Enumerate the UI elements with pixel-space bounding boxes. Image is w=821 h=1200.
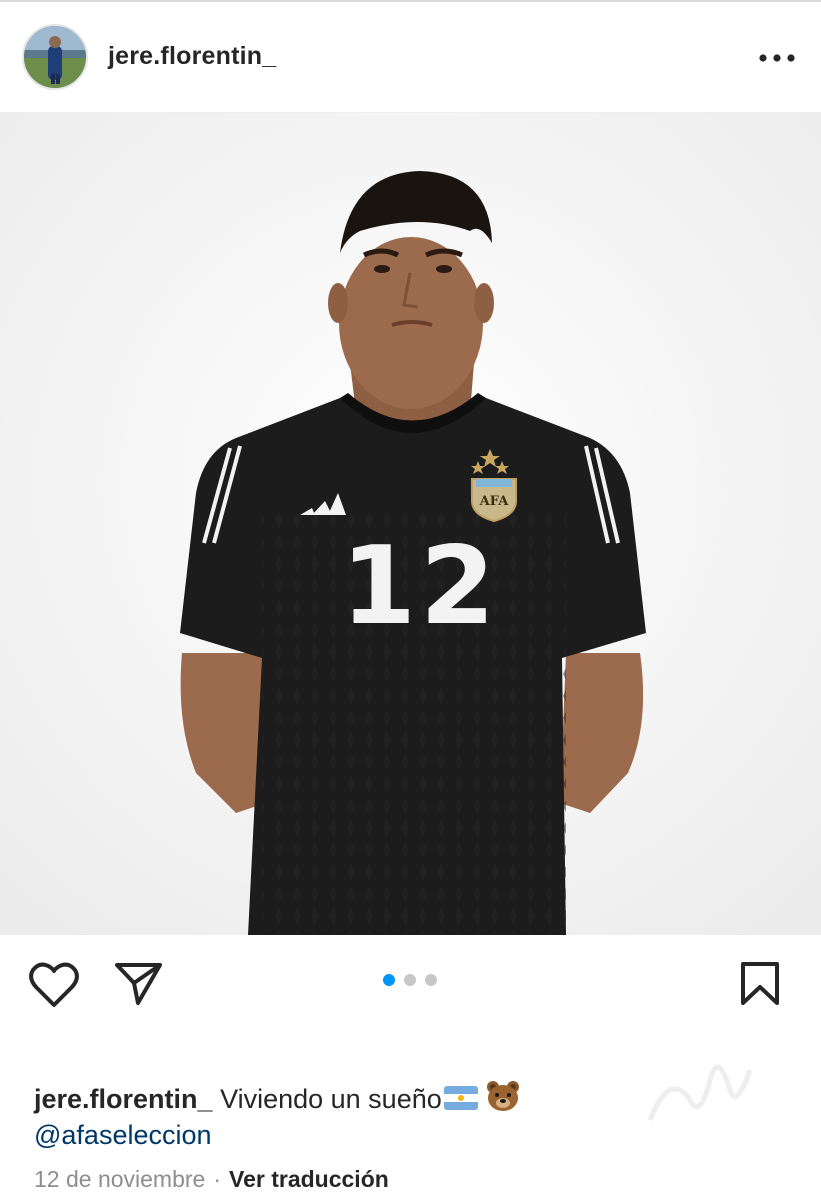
mention-link[interactable]: @afaseleccion [34, 1120, 212, 1151]
header-username[interactable]: jere.florentin_ [108, 42, 276, 71]
svg-text:AFA: AFA [479, 494, 510, 509]
avatar-image [24, 26, 86, 88]
more-options-button[interactable] [752, 40, 802, 76]
post-date: 12 de noviembre [34, 1166, 206, 1192]
caption-username[interactable]: jere.florentin_ [34, 1084, 213, 1114]
send-icon [115, 963, 162, 1005]
post-meta: 12 de noviembre · Ver traducción [34, 1166, 389, 1193]
meta-separator: · [213, 1166, 222, 1192]
like-button[interactable] [28, 961, 80, 1014]
translate-link[interactable]: Ver traducción [229, 1166, 389, 1192]
post-photo[interactable]: AFA 12 [0, 113, 821, 935]
heart-icon [29, 962, 79, 1007]
carousel-dot-1[interactable] [383, 974, 395, 986]
argentina-flag-icon [443, 1084, 478, 1118]
save-button[interactable] [738, 961, 782, 1012]
profile-avatar[interactable] [22, 24, 88, 90]
bookmark-icon [741, 962, 779, 1005]
caption-text: Viviendo un sueño [220, 1084, 442, 1114]
carousel-dot-3[interactable] [425, 974, 437, 986]
post-header: jere.florentin_ [0, 2, 821, 113]
carousel-dot-2[interactable] [404, 974, 416, 986]
more-horizontal-icon [759, 54, 795, 62]
signature-watermark [647, 1064, 753, 1121]
post-caption: jere.florentin_ Viviendo un sueño [34, 1080, 520, 1120]
share-button[interactable] [114, 961, 164, 1012]
bear-face-icon [486, 1080, 520, 1120]
svg-text:12: 12 [341, 524, 499, 649]
player-photo: AFA 12 [0, 113, 821, 935]
